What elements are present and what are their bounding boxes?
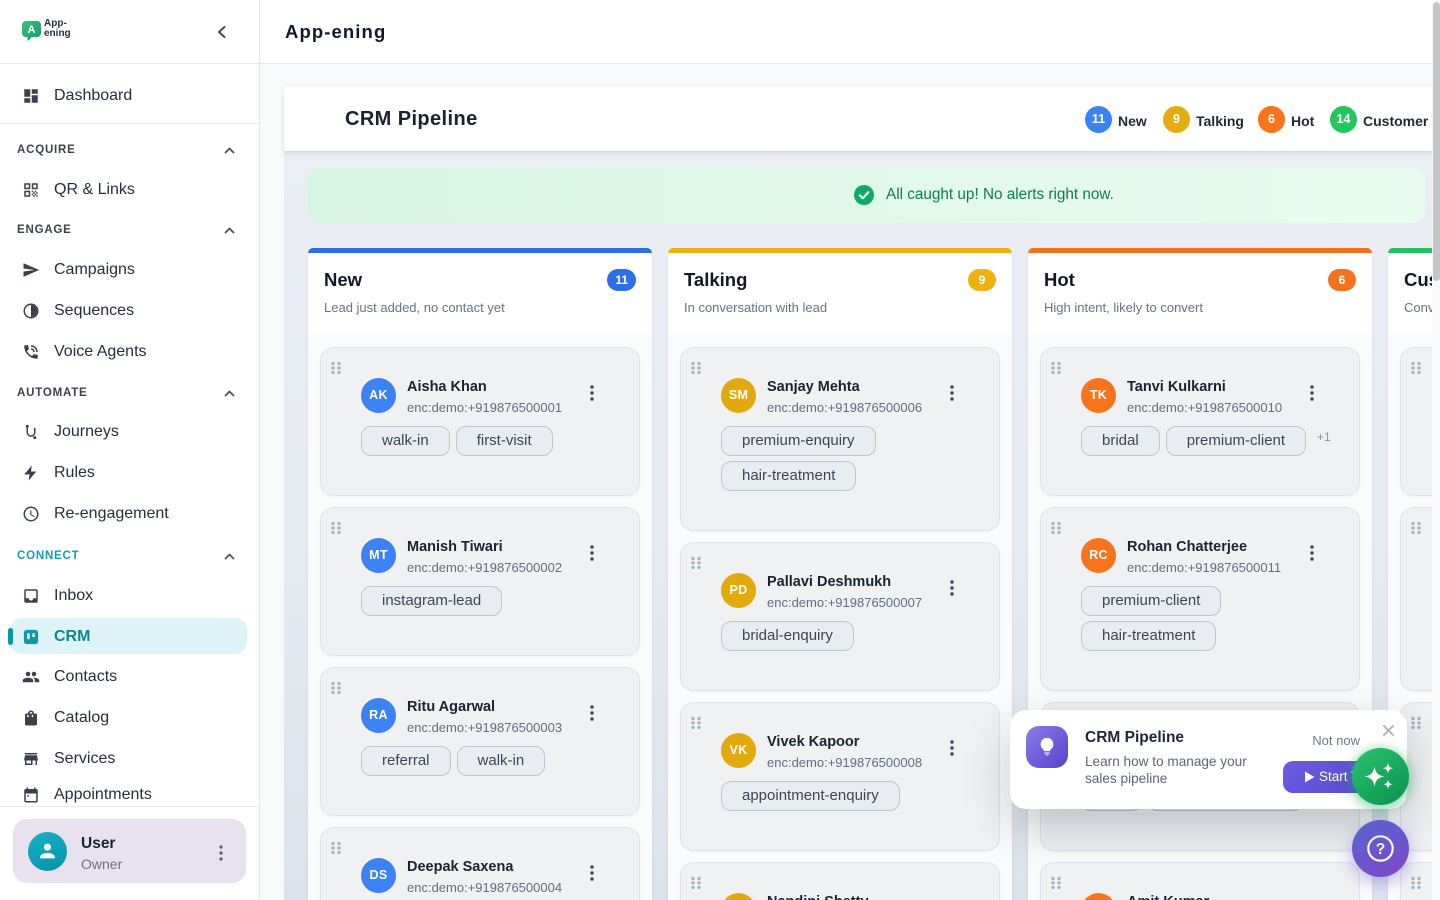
svg-text:A: A — [28, 24, 36, 36]
svg-text:?: ? — [1376, 841, 1385, 858]
